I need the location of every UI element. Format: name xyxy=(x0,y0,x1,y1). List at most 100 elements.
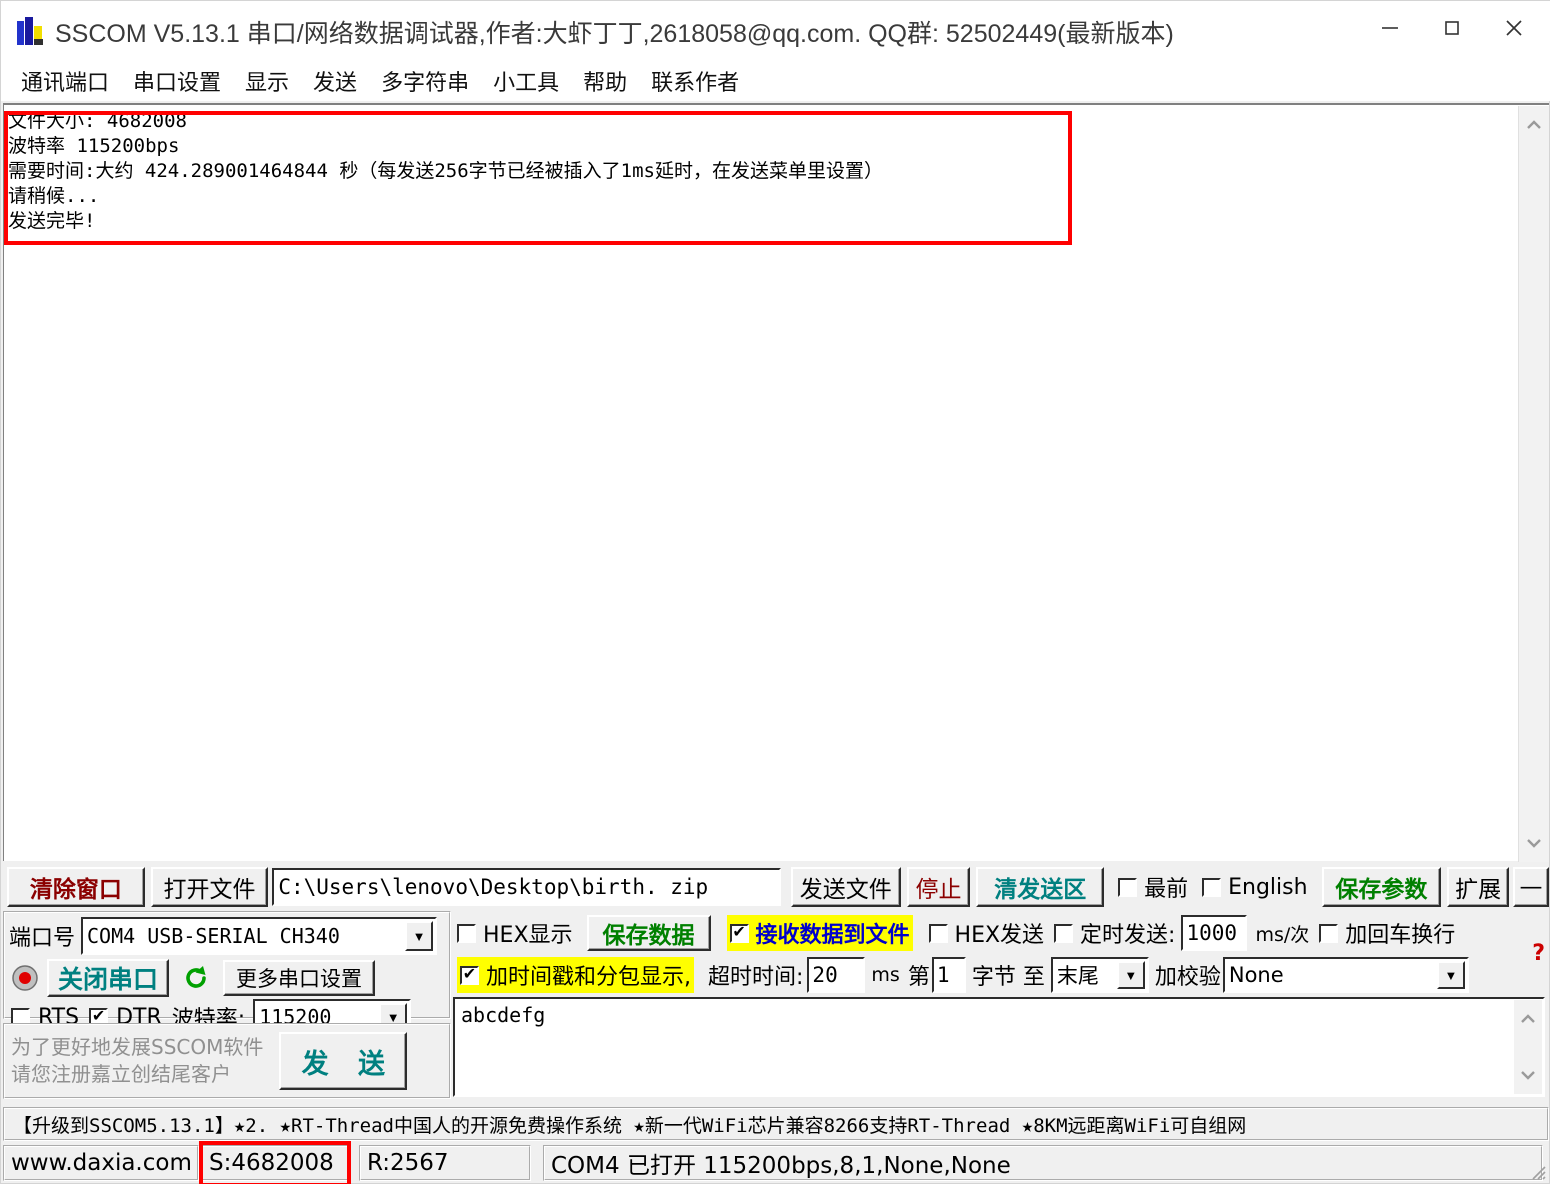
menu-item-help[interactable]: 帮助 xyxy=(571,63,639,99)
menu-item-comm-port[interactable]: 通讯端口 xyxy=(9,63,121,99)
upgrade-ad-banner[interactable]: 【升级到SSCOM5.13.1】★2. ★RT-Thread中国人的开源免费操作… xyxy=(3,1107,1549,1141)
clear-window-button[interactable]: 清除窗口 xyxy=(7,867,145,907)
byte-start-input[interactable]: 1 xyxy=(931,957,966,993)
received-bytes-status: R:2567 xyxy=(359,1145,531,1181)
clear-send-button[interactable]: 清发送区 xyxy=(976,867,1105,907)
menu-item-send[interactable]: 发送 xyxy=(301,63,369,99)
hex-send-checkbox[interactable]: HEX发送 xyxy=(928,917,1045,949)
port-label: 端口号 xyxy=(9,926,76,951)
checksum-label: 加校验 xyxy=(1154,965,1221,990)
timed-send-label: 定时发送: xyxy=(1080,923,1176,948)
menu-item-contact[interactable]: 联系作者 xyxy=(639,63,751,99)
send-text-area[interactable]: abcdefg xyxy=(453,997,1545,1097)
close-button[interactable] xyxy=(1483,4,1545,52)
serial-settings-panel: 端口号 COM4 USB-SERIAL CH340 ▼ 关闭串口 更多串口设置 … xyxy=(3,911,451,1101)
chevron-down-icon[interactable]: ▼ xyxy=(1436,961,1465,989)
add-crlf-checkbox[interactable]: 加回车换行 xyxy=(1319,917,1455,949)
hex-send-checkbox-box[interactable] xyxy=(928,923,948,943)
sent-bytes-status: S:4682008 xyxy=(199,1141,351,1184)
byte-mid-label: 字节 至 xyxy=(971,965,1045,990)
more-settings-button[interactable]: 更多串口设置 xyxy=(223,960,375,996)
scroll-up-icon[interactable] xyxy=(1519,108,1549,142)
send-text-content: abcdefg xyxy=(461,1003,546,1027)
checksum-value: None xyxy=(1228,963,1284,987)
topmost-checkbox-box[interactable] xyxy=(1118,877,1138,897)
scroll-down-icon[interactable] xyxy=(1514,1058,1542,1092)
timeout-input[interactable]: 20 xyxy=(807,957,866,993)
title-bar: SSCOM V5.13.1 串口/网络数据调试器,作者:大虾丁丁,2618058… xyxy=(1,1,1550,63)
receive-to-file-checkbox-box[interactable]: ✔ xyxy=(729,923,749,943)
english-checkbox-box[interactable] xyxy=(1202,877,1222,897)
expand-button[interactable]: 扩展 xyxy=(1447,867,1510,907)
add-crlf-label: 加回车换行 xyxy=(1345,923,1456,948)
close-port-button[interactable]: 关闭串口 xyxy=(47,959,169,997)
options-row-2: ✔ 加时间戳和分包显示, 超时时间: 20 ms 第 1 字节 至 末尾 ▼ 加… xyxy=(453,955,1469,995)
topmost-label: 最前 xyxy=(1144,877,1189,902)
timestamp-checkbox[interactable]: ✔ 加时间戳和分包显示, xyxy=(457,957,694,993)
send-button[interactable]: 发 送 xyxy=(279,1032,408,1090)
timed-send-checkbox[interactable]: 定时发送: xyxy=(1054,917,1175,949)
topmost-checkbox[interactable]: 最前 xyxy=(1118,871,1188,903)
sscom-window: SSCOM V5.13.1 串口/网络数据调试器,作者:大虾丁丁,2618058… xyxy=(0,0,1550,1184)
collapse-button[interactable]: — xyxy=(1513,867,1549,907)
resize-grip-icon[interactable] xyxy=(1529,1163,1547,1181)
scroll-up-icon[interactable] xyxy=(1514,1002,1542,1036)
website-status[interactable]: www.daxia.com xyxy=(3,1145,199,1181)
timeout-label: 超时时间: xyxy=(708,965,804,990)
port-action-row: 关闭串口 更多串口设置 xyxy=(11,959,375,997)
file-path-input[interactable]: C:\Users\lenovo\Desktop\birth. zip xyxy=(272,868,781,906)
timed-send-input[interactable]: 1000 xyxy=(1181,915,1248,951)
connection-status: COM4 已打开 115200bps,8,1,None,None xyxy=(543,1145,1543,1181)
send-scrollbar[interactable] xyxy=(1514,1000,1542,1094)
byte-end-value: 末尾 xyxy=(1056,964,1099,988)
port-value: COM4 USB-SERIAL CH340 xyxy=(87,924,340,948)
file-toolbar: 清除窗口 打开文件 C:\Users\lenovo\Desktop\birth.… xyxy=(3,865,1549,909)
ms-per-time-label: ms/次 xyxy=(1255,923,1310,946)
byte-prefix-label: 第 xyxy=(907,965,930,990)
hex-display-label: HEX显示 xyxy=(483,923,573,948)
send-file-button[interactable]: 发送文件 xyxy=(790,867,901,907)
ms-unit-label: ms xyxy=(871,964,900,986)
add-crlf-checkbox-box[interactable] xyxy=(1319,923,1339,943)
window-title: SSCOM V5.13.1 串口/网络数据调试器,作者:大虾丁丁,2618058… xyxy=(55,20,1174,48)
hex-display-checkbox[interactable]: HEX显示 xyxy=(457,917,573,949)
sent-bytes-value: S:4682008 xyxy=(209,1150,334,1176)
options-row-1: HEX显示 保存数据 ✔ 接收数据到文件 HEX发送 定时发送: 1000 ms… xyxy=(453,913,1455,953)
receive-scrollbar[interactable] xyxy=(1518,106,1549,862)
receive-area[interactable]: 文件大小: 4682008 波特率 115200bps 需要时间:大约 424.… xyxy=(3,103,1549,862)
menu-item-serial-config[interactable]: 串口设置 xyxy=(121,63,233,99)
minimize-button[interactable] xyxy=(1359,4,1421,52)
checksum-combobox[interactable]: None ▼ xyxy=(1222,957,1469,993)
timed-send-checkbox-box[interactable] xyxy=(1054,923,1074,943)
registration-panel: 为了更好地发展SSCOM软件 请您注册嘉立创结尾客户 发 送 xyxy=(3,1023,451,1099)
byte-end-combobox[interactable]: 末尾 ▼ xyxy=(1050,957,1149,993)
menu-bar: 通讯端口 串口设置 显示 发送 多字符串 小工具 帮助 联系作者 xyxy=(1,61,1550,101)
menu-item-multi-string[interactable]: 多字符串 xyxy=(369,63,481,99)
menu-item-tools[interactable]: 小工具 xyxy=(481,63,571,99)
timestamp-checkbox-box[interactable]: ✔ xyxy=(460,965,479,985)
save-data-button[interactable]: 保存数据 xyxy=(586,915,711,951)
port-select-row: 端口号 COM4 USB-SERIAL CH340 ▼ xyxy=(9,917,438,955)
window-controls xyxy=(1359,4,1545,52)
chevron-down-icon[interactable]: ▼ xyxy=(405,921,434,951)
hex-send-label: HEX发送 xyxy=(954,923,1045,948)
maximize-button[interactable] xyxy=(1421,4,1483,52)
help-icon[interactable]: ? xyxy=(1532,941,1545,966)
save-parameters-button[interactable]: 保存参数 xyxy=(1321,867,1442,907)
hex-display-checkbox-box[interactable] xyxy=(457,923,476,943)
menu-item-display[interactable]: 显示 xyxy=(233,63,301,99)
receive-text: 文件大小: 4682008 波特率 115200bps 需要时间:大约 424.… xyxy=(8,110,883,232)
english-checkbox[interactable]: English xyxy=(1202,875,1308,900)
receive-to-file-checkbox[interactable]: ✔ 接收数据到文件 xyxy=(726,915,913,951)
refresh-icon[interactable] xyxy=(179,961,213,995)
chevron-down-icon[interactable]: ▼ xyxy=(1116,961,1145,989)
registration-text: 为了更好地发展SSCOM软件 请您注册嘉立创结尾客户 xyxy=(11,1035,264,1086)
stop-button[interactable]: 停止 xyxy=(906,867,971,907)
scroll-down-icon[interactable] xyxy=(1519,826,1549,860)
port-combobox[interactable]: COM4 USB-SERIAL CH340 ▼ xyxy=(81,917,438,955)
status-bar: www.daxia.com S:4682008 R:2567 COM4 已打开 … xyxy=(3,1141,1549,1184)
timestamp-label: 加时间戳和分包显示, xyxy=(486,965,691,990)
port-status-icon xyxy=(11,964,39,992)
receive-to-file-label: 接收数据到文件 xyxy=(755,923,910,948)
open-file-button[interactable]: 打开文件 xyxy=(150,867,269,907)
